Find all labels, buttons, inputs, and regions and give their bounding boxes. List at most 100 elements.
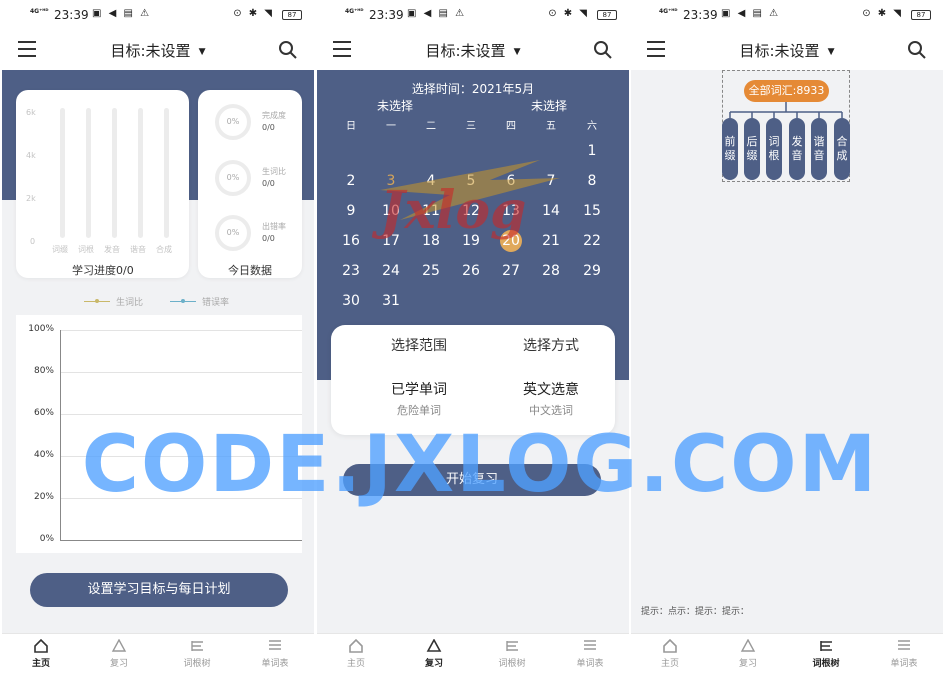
tree-leaf-node[interactable]: 发音 [789, 118, 805, 180]
search-icon[interactable] [593, 40, 613, 60]
nav-review[interactable]: 复习 [80, 634, 158, 679]
bar-category: 合成 [156, 245, 172, 254]
calendar-day[interactable]: 26 [456, 260, 486, 282]
tree-root-node[interactable]: 全部词汇:8933 [744, 80, 829, 102]
nav-tree[interactable]: 词根树 [158, 634, 236, 679]
bar-category: 词缀 [52, 245, 68, 254]
progress-bar [60, 108, 65, 238]
bottom-nav: 主页 复习 词根树 单词表 [631, 633, 943, 679]
line-tick: 80% [33, 366, 54, 376]
nav-wordlist[interactable]: 单词表 [236, 634, 314, 679]
bar-category: 词根 [78, 245, 94, 254]
nav-tree[interactable]: 词根树 [473, 634, 551, 679]
calendar-day[interactable]: 28 [536, 260, 566, 282]
calendar-day[interactable]: 31 [376, 290, 406, 312]
calendar-day[interactable]: 25 [416, 260, 446, 282]
calendar-day[interactable]: 5 [456, 170, 486, 192]
calendar-day[interactable]: 8 [577, 170, 607, 192]
search-icon[interactable] [278, 40, 298, 60]
bar-category: 谐音 [130, 245, 146, 254]
y-tick: 6k [26, 108, 36, 117]
today-label: 今日数据 [228, 264, 272, 277]
tree-leaf-node[interactable]: 词根 [766, 118, 782, 180]
notification-icons: ▣ ◀ ▤ ⚠ [407, 8, 467, 19]
line-tick: 0% [39, 534, 54, 544]
nav-home[interactable]: 主页 [2, 634, 80, 679]
range-header: 选择范围 [391, 338, 447, 354]
calendar-day[interactable]: 27 [496, 260, 526, 282]
mode-option-cn[interactable]: 中文选词 [491, 402, 611, 418]
calendar-day[interactable]: 23 [336, 260, 366, 282]
end-date-label[interactable]: 未选择 [531, 97, 567, 114]
nav-label: 词根树 [183, 659, 211, 669]
range-option-danger[interactable]: 危险单词 [359, 402, 479, 418]
hint-text: 提示：点示：提示：提示： [641, 607, 750, 617]
nav-tree[interactable]: 词根树 [787, 634, 865, 679]
battery-icon: 87 [282, 10, 302, 20]
calendar-day[interactable]: 14 [536, 200, 566, 222]
calendar-day[interactable]: 24 [376, 260, 406, 282]
goal-selector[interactable]: 目标:未设置 ▼ [2, 40, 314, 61]
calendar-day[interactable]: 13 [496, 200, 526, 222]
nav-label: 复习 [424, 659, 443, 669]
nav-wordlist[interactable]: 单词表 [551, 634, 629, 679]
start-review-button[interactable]: 开始复习 [343, 464, 601, 496]
legend-label: 生词比 [116, 298, 144, 308]
nav-home[interactable]: 主页 [317, 634, 395, 679]
calendar-day[interactable]: 10 [376, 200, 406, 222]
caret-down-icon: ▼ [513, 47, 521, 57]
weekday-label: 日 [346, 121, 356, 132]
calendar-day[interactable]: 2 [336, 170, 366, 192]
progress-bar [164, 108, 169, 238]
grid-line [60, 330, 302, 331]
calendar-day[interactable]: 9 [336, 200, 366, 222]
line-tick: 60% [33, 408, 54, 418]
nav-label: 单词表 [261, 659, 289, 669]
line-chart: 100% 80% 60% 40% 20% 0% [16, 315, 302, 553]
home-icon [34, 639, 48, 653]
grid-line [60, 414, 302, 415]
calendar-day[interactable]: 7 [536, 170, 566, 192]
calendar-day[interactable]: 18 [416, 230, 446, 252]
calendar-day[interactable]: 30 [336, 290, 366, 312]
progress-bar [138, 108, 143, 238]
calendar-day[interactable]: 1 [577, 140, 607, 162]
recycle-icon [740, 639, 756, 652]
tree-screen: 4G⁺ᴴᴰ 23:39 ▣ ◀ ▤ ⚠ ⊙ ✱ ◥ 87 目标:未设置 ▼ 全部词… [631, 0, 943, 679]
calendar-day[interactable]: 22 [577, 230, 607, 252]
nav-review[interactable]: 复习 [709, 634, 787, 679]
grid-line [60, 456, 302, 457]
home-icon [663, 639, 677, 653]
calendar-day[interactable]: 4 [416, 170, 446, 192]
metric-name: 完成度 [262, 111, 286, 120]
calendar-day[interactable]: 19 [456, 230, 486, 252]
nav-review[interactable]: 复习 [395, 634, 473, 679]
tree-leaf-node[interactable]: 前缀 [722, 118, 738, 180]
range-option-learned[interactable]: 已学单词 [359, 379, 479, 399]
calendar-day[interactable]: 29 [577, 260, 607, 282]
tree-leaf-node[interactable]: 合成 [834, 118, 850, 180]
progress-bar [112, 108, 117, 238]
calendar-day[interactable]: 16 [336, 230, 366, 252]
tree-leaf-node[interactable]: 谐音 [811, 118, 827, 180]
calendar-day[interactable]: 15 [577, 200, 607, 222]
set-plan-button[interactable]: 设置学习目标与每日计划 [30, 573, 288, 607]
line-tick: 100% [28, 324, 54, 334]
metric-value: 0/0 [262, 234, 275, 243]
calendar-day[interactable]: 20 [500, 230, 522, 252]
weekday-label: 六 [587, 121, 597, 132]
nav-home[interactable]: 主页 [631, 634, 709, 679]
calendar-day[interactable]: 12 [456, 200, 486, 222]
calendar-day[interactable]: 21 [536, 230, 566, 252]
calendar-day[interactable]: 17 [376, 230, 406, 252]
tree-leaf-node[interactable]: 后缀 [744, 118, 760, 180]
calendar-day[interactable]: 6 [496, 170, 526, 192]
calendar-day[interactable]: 3 [376, 170, 406, 192]
mode-option-en[interactable]: 英文选意 [491, 379, 611, 399]
nav-wordlist[interactable]: 单词表 [865, 634, 943, 679]
start-date-label[interactable]: 未选择 [377, 97, 413, 114]
goal-selector[interactable]: 目标:未设置 ▼ [317, 40, 629, 61]
tree-icon [191, 641, 203, 651]
home-screen: 4G⁺ᴴᴰ 23:39 ▣ ◀ ▤ ⚠ ⊙ ✱ ◥ 87 目标:未设置 ▼ 6k … [2, 0, 314, 679]
calendar-day[interactable]: 11 [416, 200, 446, 222]
